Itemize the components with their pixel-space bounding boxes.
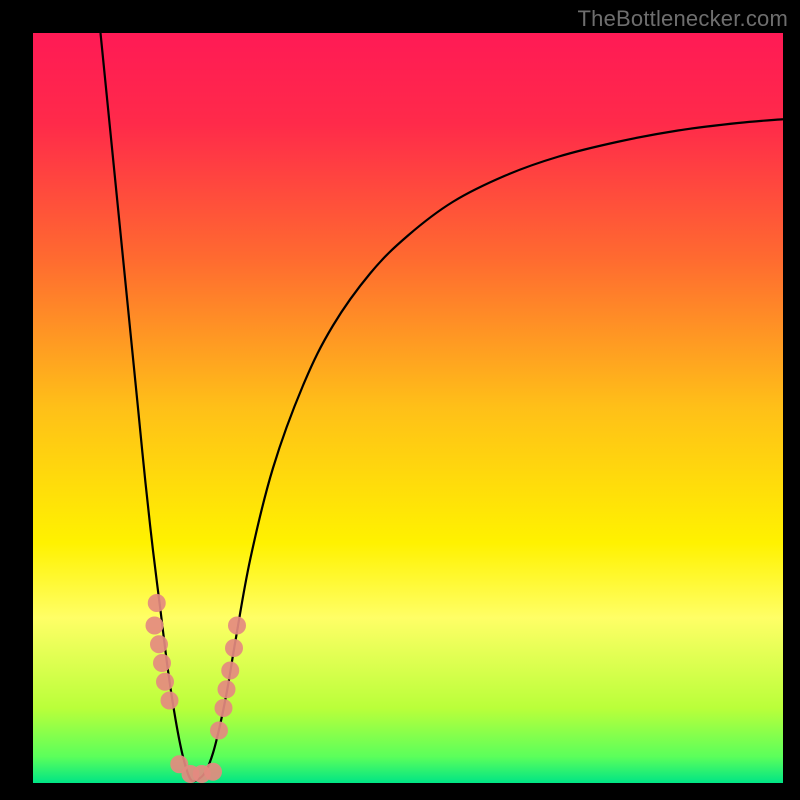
chart-frame: TheBottlenecker.com xyxy=(0,0,800,800)
plot-area xyxy=(33,33,783,783)
data-marker xyxy=(210,722,228,740)
data-marker xyxy=(153,654,171,672)
data-marker xyxy=(228,617,246,635)
bottleneck-curve-chart xyxy=(33,33,783,783)
watermark-text: TheBottlenecker.com xyxy=(578,6,788,32)
data-marker xyxy=(150,635,168,653)
data-marker xyxy=(161,692,179,710)
data-marker xyxy=(148,594,166,612)
data-marker xyxy=(156,673,174,691)
data-marker xyxy=(215,699,233,717)
data-marker xyxy=(221,662,239,680)
data-marker xyxy=(204,763,222,781)
gradient-background xyxy=(33,33,783,783)
data-marker xyxy=(225,639,243,657)
data-marker xyxy=(218,680,236,698)
data-marker xyxy=(146,617,164,635)
